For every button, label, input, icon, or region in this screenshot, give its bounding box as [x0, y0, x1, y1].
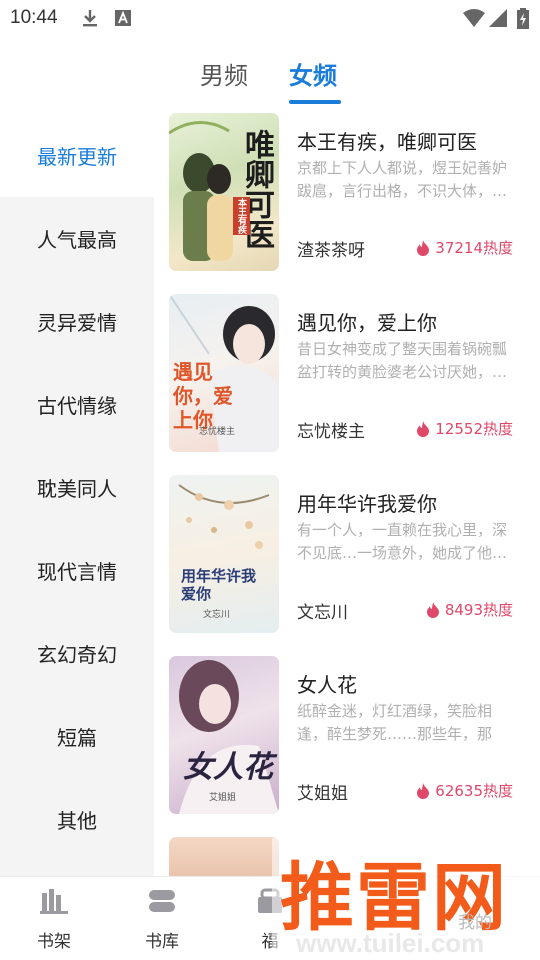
- category-item-danmei-fanfic[interactable]: 耽美同人: [0, 446, 154, 529]
- download-icon: [80, 8, 100, 32]
- cover-title: 女人花: [183, 750, 273, 785]
- category-item-ancient-romance[interactable]: 古代情缘: [0, 363, 154, 446]
- tab-male[interactable]: 男频: [200, 56, 248, 91]
- book-author: 忘忧楼主: [297, 422, 365, 442]
- gender-tabs: 男频 女频: [0, 56, 540, 106]
- book-cover[interactable]: 女人花 艾姐姐: [169, 656, 279, 814]
- cover-title: 用年华许我爱你: [181, 567, 257, 603]
- book-description: 有一个人，一直赖在我心里，深不见底…一场意外，她成了他…: [297, 521, 508, 562]
- book-title: 遇见你，爱上你: [297, 311, 437, 335]
- category-item-fantasy[interactable]: 玄幻奇幻: [0, 612, 154, 695]
- category-item-short-stories[interactable]: 短篇: [0, 695, 154, 778]
- book-cover[interactable]: 遇见你，爱上你 忘忧楼主: [169, 294, 279, 452]
- bookshelf-icon: [40, 887, 68, 915]
- flame-icon: [426, 601, 439, 618]
- book-cover[interactable]: 唯卿可医 本王有疾: [169, 113, 279, 271]
- book-list-item[interactable]: 遇见你，爱上你 忘忧楼主 遇见你，爱上你 昔日女神变成了整天围着锅碗瓢盆打转的黄…: [169, 294, 529, 454]
- battery-charging-icon: [516, 8, 530, 34]
- book-description: 京都上下人人都说，煜王妃善妒跋扈，言行出格，不识大体，…: [297, 159, 508, 200]
- cover-subtitle: 文忘川: [203, 610, 231, 620]
- status-bar: 10:44: [0, 0, 540, 36]
- status-time: 10:44: [10, 7, 58, 28]
- signal-icon: [488, 8, 508, 32]
- flame-icon: [417, 420, 430, 437]
- book-heat: 37214热度: [416, 237, 513, 258]
- category-item-popular[interactable]: 人气最高: [0, 197, 154, 280]
- category-item-latest[interactable]: 最新更新: [0, 114, 154, 197]
- book-list-item[interactable]: 女人花 艾姐姐 女人花 纸醉金迷，灯红酒绿，笑脸相逢，醉生梦死……那些年，那一……: [169, 656, 529, 816]
- book-author: 文忘川: [297, 603, 348, 623]
- book-title: 本王有疾，唯卿可医: [297, 130, 477, 154]
- heat-value: 37214热度: [435, 239, 513, 257]
- book-heat: 12552热度: [416, 418, 513, 439]
- book-heat: 62635热度: [416, 780, 513, 801]
- nav-library[interactable]: 书库: [108, 877, 216, 960]
- category-item-other[interactable]: 其他: [0, 778, 154, 861]
- font-a-icon: [114, 8, 132, 32]
- watermark-url: www.tuilei.com: [296, 928, 485, 958]
- cover-subtitle: 本王有疾: [233, 197, 250, 235]
- cover-subtitle: 艾姐姐: [209, 793, 237, 803]
- heat-value: 8493热度: [444, 601, 513, 619]
- category-sidebar: 最新更新 人气最高 灵异爱情 古代情缘 耽美同人 现代言情 玄幻奇幻 短篇 其他: [0, 114, 154, 876]
- book-list-item[interactable]: 用年华许我爱你 文忘川 用年华许我爱你 有一个人，一直赖在我心里，深不见底…一场…: [169, 475, 529, 635]
- wifi-icon: [462, 8, 486, 32]
- book-list-item[interactable]: 唯卿可医 本王有疾 本王有疾，唯卿可医 京都上下人人都说，煜王妃善妒跋扈，言行出…: [169, 113, 529, 273]
- cover-title: 遇见你，爱上你: [173, 360, 233, 432]
- book-description: 纸醉金迷，灯红酒绿，笑脸相逢，醉生梦死……那些年，那一…: [297, 702, 493, 743]
- book-title: 用年华许我爱你: [297, 492, 437, 516]
- book-author: 艾姐姐: [297, 784, 348, 804]
- book-description: 昔日女神变成了整天围着锅碗瓢盆打转的黄脸婆老公讨厌她，…: [297, 340, 508, 381]
- tab-active-indicator: [289, 100, 341, 104]
- nav-bookshelf[interactable]: 书架: [0, 877, 108, 960]
- book-author: 渣茶茶呀: [297, 241, 365, 261]
- tab-female[interactable]: 女频: [289, 56, 337, 91]
- book-title: 女人花: [297, 673, 357, 697]
- cover-subtitle: 忘忧楼主: [199, 427, 236, 437]
- watermark-logo: 推雷网 我的 www.tuilei.com: [272, 838, 540, 960]
- book-heat: 8493热度: [426, 599, 513, 620]
- nav-label: 书库: [145, 932, 179, 952]
- flame-icon: [417, 782, 430, 799]
- flame-icon: [417, 239, 430, 256]
- category-item-modern-romance[interactable]: 现代言情: [0, 529, 154, 612]
- category-item-supernatural-romance[interactable]: 灵异爱情: [0, 280, 154, 363]
- heat-value: 12552热度: [435, 420, 513, 438]
- library-icon: [148, 887, 176, 915]
- nav-label: 书架: [37, 932, 71, 952]
- book-cover[interactable]: 用年华许我爱你 文忘川: [169, 475, 279, 633]
- book-cover-partial[interactable]: [169, 837, 279, 877]
- heat-value: 62635热度: [435, 782, 513, 800]
